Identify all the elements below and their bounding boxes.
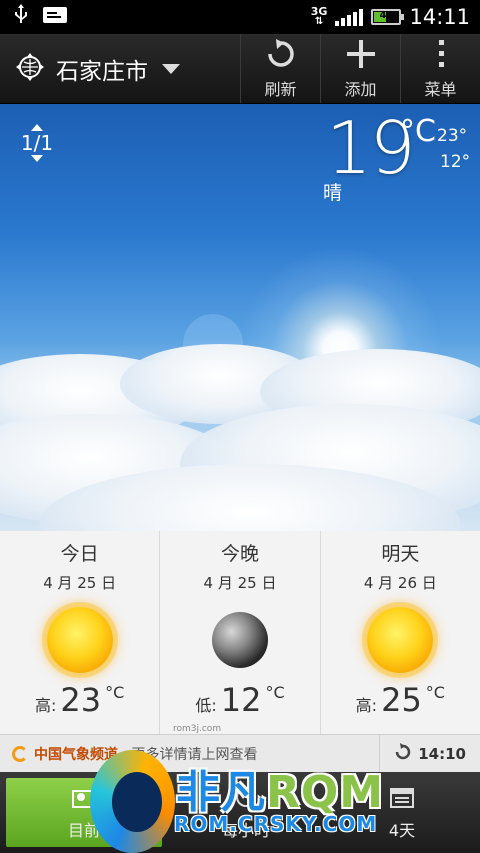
page-indicator[interactable]: 1/1: [18, 124, 56, 162]
arrow-down-icon: [31, 155, 43, 162]
forecast-today[interactable]: 今日 4 月 25 日 高: 23 °C: [0, 531, 161, 734]
forecast-day: 今日: [60, 543, 99, 565]
sun-icon: [46, 607, 113, 673]
watermark-logo: 非凡RQM ROM.CRSKY.COM: [90, 750, 400, 853]
temp-value: 12: [220, 681, 262, 719]
plus-icon: [345, 38, 377, 74]
temp-value: 23: [60, 681, 102, 719]
weather-condition: 晴: [323, 182, 343, 204]
brand-title: 非凡RQM: [176, 756, 384, 820]
temp-unit: °C: [265, 683, 285, 702]
forecast-temp: 低: 12 °C: [160, 681, 319, 719]
forecast-tonight[interactable]: 今晚 4 月 25 日 低: 12 °C: [160, 531, 321, 734]
forecast-date: 4 月 25 日: [43, 574, 117, 592]
location-crosshair-icon: [14, 51, 46, 87]
watermark-text: rom3j.com: [173, 724, 222, 734]
temp-unit: °C: [425, 683, 445, 702]
forecast-date: 4 月 25 日: [203, 574, 277, 592]
battery-percent: 46: [379, 10, 394, 21]
status-bar: 3G ⇅ 46 14:11: [0, 0, 480, 34]
temperature-unit: °C: [400, 114, 436, 149]
action-bar: 石家庄市 刷新 添加 菜单: [0, 34, 480, 104]
refresh-label: 刷新: [264, 79, 297, 99]
forecast-temp: 高: 25 °C: [321, 681, 480, 719]
brand-rom: RQM: [266, 767, 385, 818]
add-button[interactable]: 添加: [320, 34, 400, 103]
high-temperature: 23°: [437, 126, 468, 146]
brand-url: ROM.CRSKY.COM: [174, 812, 378, 836]
clock: 14:11: [409, 5, 470, 29]
menu-button[interactable]: 菜单: [400, 34, 480, 103]
swirl-logo-icon: [90, 750, 175, 853]
network-type: 3G ⇅: [310, 5, 328, 27]
city-selector[interactable]: 石家庄市: [0, 34, 240, 103]
last-updated-time: 14:10: [418, 744, 466, 763]
chevron-down-icon: [162, 63, 180, 74]
overflow-menu-icon: [436, 38, 446, 74]
brand-cn: 非凡: [176, 767, 266, 818]
signal-icon: [335, 8, 364, 26]
forecast-day: 明天: [381, 543, 420, 565]
low-temperature: 12°: [440, 152, 471, 172]
menu-label: 菜单: [424, 79, 457, 99]
temp-unit: °C: [105, 683, 125, 702]
temp-label: 低:: [195, 696, 217, 715]
moon-icon: [211, 612, 268, 668]
temp-value: 25: [381, 681, 422, 719]
battery-icon: 46: [371, 9, 405, 25]
page-indicator-text: 1/1: [20, 131, 54, 155]
temp-label: 高:: [355, 696, 378, 715]
sun-icon: [367, 607, 434, 673]
refresh-button[interactable]: 刷新: [240, 34, 320, 103]
usb-icon: [14, 4, 28, 30]
forecast-date: 4 月 26 日: [363, 574, 437, 592]
notification-card-icon: [42, 6, 68, 28]
forecast-panel: 今日 4 月 25 日 高: 23 °C 今晚 4 月 25 日 低: 12 °…: [0, 531, 480, 734]
forecast-day: 今晚: [220, 543, 259, 565]
arrow-up-icon: [31, 124, 43, 131]
current-weather-panel[interactable]: 1/1 19 °C 23° 12° 晴: [0, 104, 480, 531]
forecast-temp: 高: 23 °C: [0, 681, 159, 719]
forecast-tomorrow[interactable]: 明天 4 月 26 日 高: 25 °C: [321, 531, 480, 734]
weather-channel-logo-icon: [12, 745, 28, 762]
temp-label: 高:: [35, 696, 57, 715]
city-name: 石家庄市: [56, 58, 148, 85]
refresh-icon: [265, 38, 297, 74]
add-label: 添加: [344, 79, 377, 99]
clouds-illustration: [0, 344, 480, 531]
